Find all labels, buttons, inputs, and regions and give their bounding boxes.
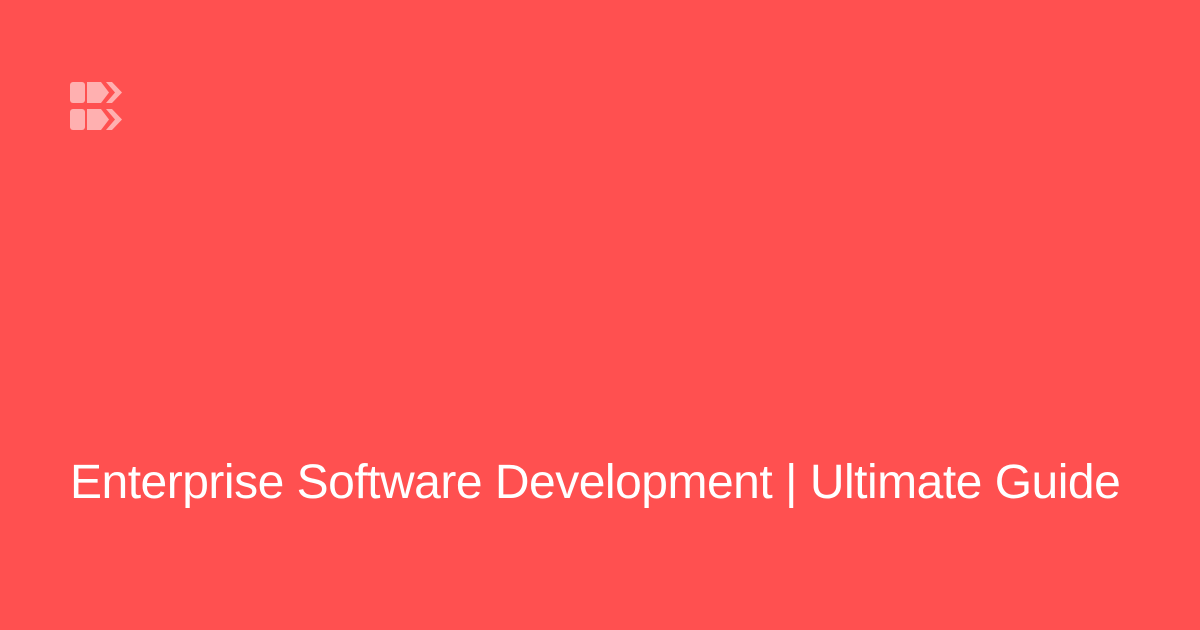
og-card: Enterprise Software Development | Ultima… [0, 0, 1200, 630]
logo-block-bottom-left [70, 109, 85, 130]
logo-block-top-left [70, 82, 85, 103]
brand-logo-icon [70, 82, 124, 136]
logo-arrow-bottom [87, 109, 109, 130]
logo-arrow-top [87, 82, 109, 103]
page-title: Enterprise Software Development | Ultima… [70, 456, 1121, 509]
